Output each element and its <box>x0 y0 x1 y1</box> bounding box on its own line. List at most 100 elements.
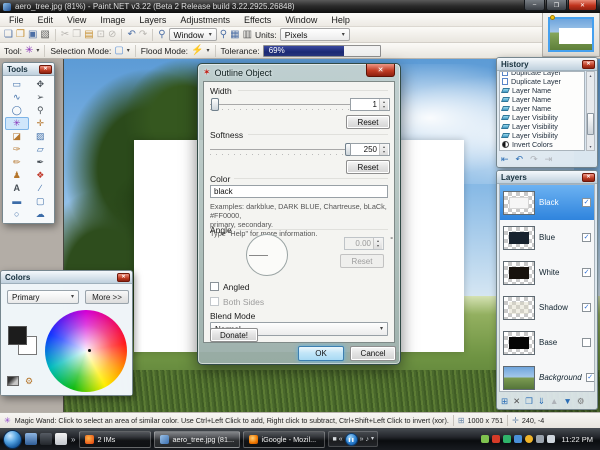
merge-down-icon[interactable]: ⇓ <box>538 396 545 407</box>
menu-file[interactable]: File <box>2 15 31 25</box>
tool-ellipse[interactable]: ○ <box>5 208 29 221</box>
minimize-button[interactable]: – <box>524 0 545 11</box>
redo-icon[interactable]: ↷ <box>139 30 147 40</box>
selection-mode-icon[interactable]: ▢ <box>114 46 123 56</box>
tool-freeform-shape[interactable]: ☁ <box>29 208 53 221</box>
layer-row-base[interactable]: Base <box>500 325 594 360</box>
pause-icon[interactable]: ❚❚ <box>345 433 358 446</box>
layer-visible-checkbox[interactable]: ✓ <box>586 373 595 382</box>
layers-panel-titlebar[interactable]: Layers ✕ <box>497 171 597 184</box>
undo-icon[interactable]: ↶ <box>127 30 135 40</box>
layer-visible-checkbox[interactable]: ✓ <box>582 268 591 277</box>
tool-zoom[interactable]: ⚲ <box>29 104 53 117</box>
cancel-button[interactable]: Cancel <box>350 346 396 361</box>
flood-mode-icon[interactable]: ⚡ <box>191 46 203 56</box>
tool-pencil[interactable]: ✏ <box>5 156 29 169</box>
close-icon[interactable]: ✕ <box>582 173 595 182</box>
layer-visible-checkbox[interactable]: ✓ <box>582 303 591 312</box>
rewind-icon[interactable]: ⇤ <box>501 154 509 165</box>
save-icon[interactable]: ▣ <box>28 30 37 40</box>
colors-palette-titlebar[interactable]: Colors ✕ <box>1 271 132 284</box>
units-dropdown[interactable]: Pixels ▾ <box>280 28 350 41</box>
color-wheel[interactable] <box>45 310 127 392</box>
tool-magic-wand[interactable]: ✳ <box>5 117 29 130</box>
tray-icon[interactable] <box>492 435 500 443</box>
tool-rounded-rectangle[interactable]: ▢ <box>29 195 53 208</box>
layer-row-shadow[interactable]: Shadow ✓ <box>500 290 594 325</box>
tool-gradient[interactable]: ▨ <box>29 130 53 143</box>
history-item[interactable]: Layer Name <box>500 95 584 104</box>
tool-eraser[interactable]: ▱ <box>29 143 53 156</box>
magic-wand-icon[interactable]: ✳ <box>25 46 33 56</box>
deselect-icon[interactable]: ⊘ <box>108 30 116 40</box>
menu-adjustments[interactable]: Adjustments <box>173 15 237 25</box>
menu-layers[interactable]: Layers <box>132 15 173 25</box>
layer-visible-checkbox[interactable]: ✓ <box>582 233 591 242</box>
maximize-button[interactable]: ❐ <box>546 0 567 11</box>
history-item[interactable]: Layer Name <box>500 104 584 113</box>
tool-pan[interactable]: ✛ <box>29 117 53 130</box>
tool-line-curve[interactable]: ∕ <box>29 182 53 195</box>
fast-forward-icon[interactable]: ⇥ <box>545 154 553 165</box>
history-item[interactable]: Layer Name <box>500 86 584 95</box>
stop-icon[interactable]: ■ <box>332 436 336 443</box>
layer-properties-icon[interactable]: ⚙ <box>577 396 585 407</box>
move-layer-up-icon[interactable]: ▲ <box>550 396 558 406</box>
softness-slider[interactable] <box>210 143 356 156</box>
tool-paintbrush[interactable]: ✑ <box>5 143 29 156</box>
chevron-down-icon[interactable]: ▾ <box>127 48 130 54</box>
tool-ellipse-select[interactable]: ◯ <box>5 104 29 117</box>
menu-edit[interactable]: Edit <box>31 15 61 25</box>
spinner-icon[interactable]: ▴▾ <box>379 144 388 155</box>
tool-move-selection[interactable]: ✥ <box>29 78 53 91</box>
history-scrollbar[interactable]: ▴ ▾ <box>586 71 595 151</box>
layer-row-blue[interactable]: Blue ✓ <box>500 220 594 255</box>
start-button[interactable] <box>3 430 22 449</box>
dialog-close-button[interactable]: ✕ <box>366 64 395 77</box>
tool-recolor[interactable]: ❖ <box>29 169 53 182</box>
width-slider-thumb[interactable] <box>211 98 219 111</box>
dialog-titlebar[interactable]: ✶ Outline Object ✕ <box>198 64 400 81</box>
menu-help[interactable]: Help <box>324 15 357 25</box>
network-icon[interactable] <box>536 435 544 443</box>
ruler-icon[interactable]: ▥ <box>243 30 252 40</box>
menu-effects[interactable]: Effects <box>237 15 278 25</box>
tool-move[interactable]: ➢ <box>29 91 53 104</box>
close-icon[interactable]: ✕ <box>39 65 52 74</box>
tray-icon[interactable] <box>514 435 522 443</box>
quick-launch-icon[interactable] <box>25 433 37 445</box>
zoom-mode-dropdown[interactable]: Window ▾ <box>169 28 217 41</box>
donate-button[interactable]: Donate! <box>210 328 258 342</box>
tool-paint-bucket[interactable]: ◪ <box>5 130 29 143</box>
tray-icon[interactable] <box>481 435 489 443</box>
taskbar-item-firefox[interactable]: iGoogle - Mozil... <box>243 431 325 448</box>
chevron-down-icon[interactable]: ▾ <box>36 48 39 54</box>
copy-icon[interactable]: ❐ <box>72 30 81 40</box>
angle-dial[interactable] <box>246 234 288 276</box>
taskbar-item-paintdotnet[interactable]: aero_tree.jpg (81... <box>154 431 240 448</box>
layer-visible-checkbox[interactable] <box>582 338 591 347</box>
tool-text[interactable]: A <box>5 182 29 195</box>
width-slider[interactable] <box>210 98 356 111</box>
history-item[interactable]: Duplicate Layer <box>500 77 584 86</box>
tool-rectangle[interactable]: ▬ <box>5 195 29 208</box>
tools-palette-titlebar[interactable]: Tools ✕ <box>3 63 54 76</box>
scroll-down-icon[interactable]: ▾ <box>589 144 591 149</box>
tool-lasso-select[interactable]: ∿ <box>5 91 29 104</box>
swap-colors-icon[interactable] <box>7 376 19 386</box>
zoom-region-icon[interactable]: ⚲ <box>220 30 227 40</box>
layer-row-background[interactable]: Background ✓ <box>500 360 594 392</box>
more-colors-button[interactable]: More >> <box>85 290 129 304</box>
quick-launch-overflow-icon[interactable]: » <box>71 435 75 444</box>
grid-icon[interactable]: ▦ <box>230 30 239 40</box>
previous-track-icon[interactable]: « <box>339 436 343 443</box>
menu-image[interactable]: Image <box>93 15 132 25</box>
open-image-thumbnail[interactable] <box>548 17 594 52</box>
softness-reset-button[interactable]: Reset <box>346 160 390 174</box>
quick-launch-icon[interactable] <box>55 433 67 445</box>
width-input[interactable]: 1 ▴▾ <box>350 98 390 111</box>
close-button[interactable]: ✕ <box>568 0 597 11</box>
quick-launch-icon[interactable] <box>40 433 52 445</box>
chevron-down-icon[interactable]: ▾ <box>207 48 210 54</box>
volume-icon[interactable]: ♪ <box>366 436 370 443</box>
